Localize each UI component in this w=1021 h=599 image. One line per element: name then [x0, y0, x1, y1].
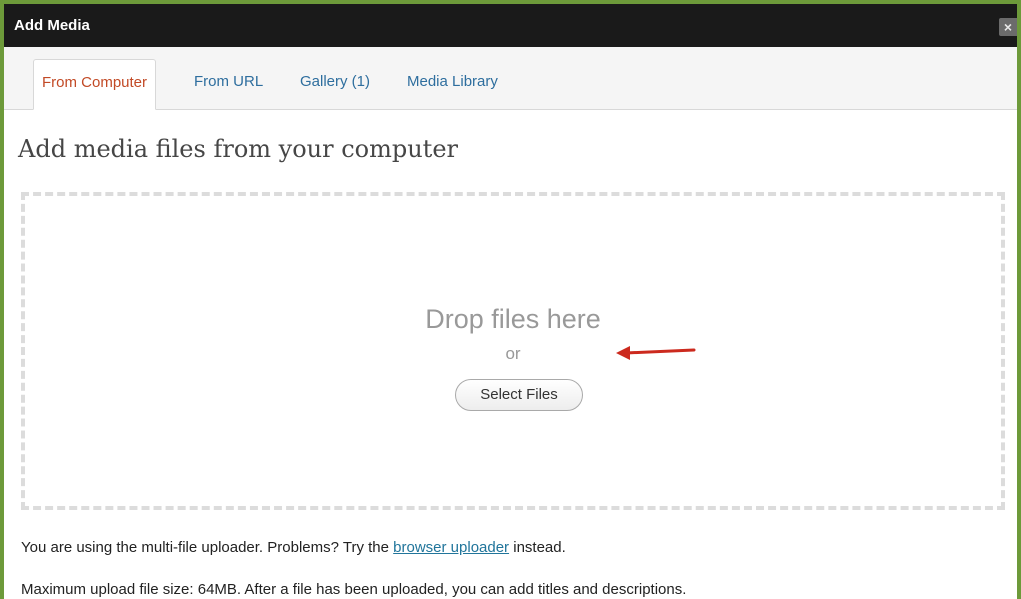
or-label: or [505, 344, 521, 363]
add-media-dialog: Add Media × From Computer From URL Galle… [0, 0, 1021, 599]
select-files-button[interactable]: Select Files [455, 379, 583, 411]
dialog-titlebar: Add Media × [4, 4, 1017, 47]
browser-uploader-link[interactable]: browser uploader [393, 539, 509, 556]
tab-gallery[interactable]: Gallery (1) [300, 59, 370, 109]
uploader-notice-prefix: You are using the multi-file uploader. P… [21, 539, 389, 556]
drop-zone[interactable]: Drop files here or Select Files [21, 192, 1005, 510]
tab-from-computer[interactable]: From Computer [33, 59, 157, 110]
uploader-notice-suffix: instead. [513, 539, 566, 556]
max-upload-size-text: Maximum upload file size: 64MB. After a … [21, 581, 687, 598]
tab-media-library[interactable]: Media Library [407, 59, 498, 109]
uploader-notice: You are using the multi-file uploader. P… [21, 539, 566, 556]
red-arrow-icon [616, 346, 696, 360]
page-title: Add media files from your computer [18, 135, 459, 163]
media-tabs: From Computer From URL Gallery (1) Media… [4, 47, 1017, 110]
drop-files-label: Drop files here [425, 304, 601, 334]
dialog-title: Add Media [14, 17, 90, 34]
close-icon[interactable]: × [999, 18, 1017, 36]
tab-from-url[interactable]: From URL [194, 59, 263, 109]
